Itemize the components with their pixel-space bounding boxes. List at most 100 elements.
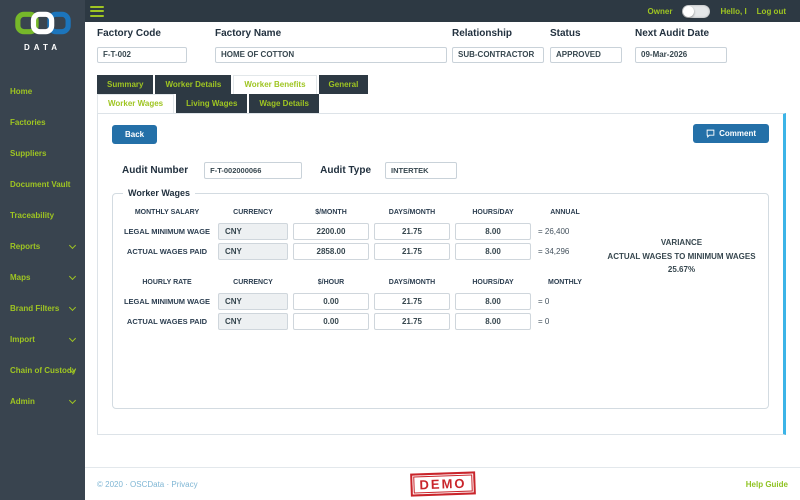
- comment-icon: [706, 129, 715, 138]
- toggle-knob: [683, 6, 694, 17]
- demo-stamp: DEMO: [410, 471, 476, 496]
- currency-cell[interactable]: [218, 293, 288, 310]
- variance-subtitle: ACTUAL WAGES TO MINIMUM WAGES: [603, 250, 760, 264]
- greeting-text: Hello, I: [720, 7, 746, 16]
- sidebar-item-document-vault[interactable]: Document Vault: [0, 169, 85, 200]
- back-button[interactable]: Back: [112, 125, 157, 144]
- relationship-label: Relationship: [452, 28, 544, 39]
- sidebar-item-suppliers[interactable]: Suppliers: [0, 138, 85, 169]
- sidebar-item-home[interactable]: Home: [0, 76, 85, 107]
- row-label: ACTUAL WAGES PAID: [121, 313, 213, 330]
- col-header: HOURLY RATE: [121, 276, 213, 290]
- amount-cell[interactable]: [293, 223, 369, 240]
- currency-cell[interactable]: [218, 243, 288, 260]
- annual-total: = 34,296: [536, 243, 594, 260]
- variance-block: VARIANCE ACTUAL WAGES TO MINIMUM WAGES 2…: [603, 236, 760, 330]
- privacy-link[interactable]: Privacy: [171, 480, 197, 489]
- days-cell[interactable]: [374, 243, 450, 260]
- status-field: Status: [550, 28, 622, 63]
- sidebar-item-factories[interactable]: Factories: [0, 107, 85, 138]
- currency-cell[interactable]: [218, 313, 288, 330]
- audit-number-input[interactable]: [204, 162, 302, 179]
- col-header: ANNUAL: [536, 206, 594, 220]
- days-cell[interactable]: [374, 313, 450, 330]
- sidebar-item-import[interactable]: Import: [0, 324, 85, 355]
- col-header: MONTHLY: [536, 276, 594, 290]
- monthly-salary-table: MONTHLY SALARY CURRENCY $/MONTH DAYS/MON…: [121, 206, 603, 260]
- factory-code-field: Factory Code: [97, 28, 187, 63]
- help-guide-link[interactable]: Help Guide: [746, 480, 788, 489]
- relationship-input[interactable]: [452, 47, 544, 63]
- status-input[interactable]: [550, 47, 622, 63]
- status-label: Status: [550, 28, 622, 39]
- audit-type-label: Audit Type: [320, 165, 371, 176]
- main-content: Factory Code Factory Name Relationship S…: [85, 22, 800, 500]
- factory-name-field: Factory Name: [215, 28, 447, 63]
- next-audit-date-label: Next Audit Date: [635, 28, 727, 39]
- brand-name: DATA: [0, 43, 85, 52]
- factory-name-label: Factory Name: [215, 28, 447, 39]
- amount-cell[interactable]: [293, 243, 369, 260]
- sidebar-item-brand-filters[interactable]: Brand Filters: [0, 293, 85, 324]
- comment-button[interactable]: Comment: [693, 124, 769, 143]
- annual-total: = 26,400: [536, 223, 594, 240]
- currency-cell[interactable]: [218, 223, 288, 240]
- next-audit-date-input[interactable]: [635, 47, 727, 63]
- monthly-total: = 0: [536, 313, 594, 330]
- wage-tables: MONTHLY SALARY CURRENCY $/MONTH DAYS/MON…: [121, 206, 603, 330]
- section-title: Worker Wages: [123, 188, 195, 198]
- hours-cell[interactable]: [455, 293, 531, 310]
- col-header: $/HOUR: [293, 276, 369, 290]
- worker-wages-section: Worker Wages MONTHLY SALARY CURRENCY $/M…: [112, 193, 769, 409]
- row-label: LEGAL MINIMUM WAGE: [121, 223, 213, 240]
- row-label: LEGAL MINIMUM WAGE: [121, 293, 213, 310]
- sidebar-item-admin[interactable]: Admin: [0, 386, 85, 417]
- menu-icon[interactable]: [90, 6, 104, 17]
- factory-code-input[interactable]: [97, 47, 187, 63]
- chain-links-icon: [14, 10, 72, 36]
- days-cell[interactable]: [374, 293, 450, 310]
- factory-header: Factory Code Factory Name Relationship S…: [85, 28, 800, 76]
- col-header: $/MONTH: [293, 206, 369, 220]
- tab-general[interactable]: General: [319, 75, 369, 94]
- col-header: DAYS/MONTH: [374, 206, 450, 220]
- sidebar-item-maps[interactable]: Maps: [0, 262, 85, 293]
- worker-wages-panel: Back Comment Audit Number Audit Type Wor…: [97, 113, 786, 435]
- tab-summary[interactable]: Summary: [97, 75, 153, 94]
- days-cell[interactable]: [374, 223, 450, 240]
- hours-cell[interactable]: [455, 223, 531, 240]
- col-header: HOURS/DAY: [455, 276, 531, 290]
- col-header: MONTHLY SALARY: [121, 206, 213, 220]
- col-header: DAYS/MONTH: [374, 276, 450, 290]
- tab-worker-benefits[interactable]: Worker Benefits: [233, 75, 316, 94]
- subtab-wage-details[interactable]: Wage Details: [249, 94, 319, 113]
- subtab-worker-wages[interactable]: Worker Wages: [97, 94, 174, 113]
- sidebar-item-chain-of-custody[interactable]: Chain of Custody: [0, 355, 85, 386]
- sidebar-item-traceability[interactable]: Traceability: [0, 200, 85, 231]
- amount-cell[interactable]: [293, 293, 369, 310]
- col-header: HOURS/DAY: [455, 206, 531, 220]
- hours-cell[interactable]: [455, 243, 531, 260]
- subtab-living-wages[interactable]: Living Wages: [176, 94, 247, 113]
- hourly-rate-table: HOURLY RATE CURRENCY $/HOUR DAYS/MONTH H…: [121, 276, 603, 330]
- col-header: CURRENCY: [218, 206, 288, 220]
- top-bar: Owner Hello, I Log out: [85, 0, 800, 22]
- owner-toggle[interactable]: [682, 5, 710, 18]
- chevron-down-icon: [69, 335, 76, 342]
- main-tabs: Summary Worker Details Worker Benefits G…: [97, 75, 368, 94]
- relationship-field: Relationship: [452, 28, 544, 63]
- variance-title: VARIANCE: [603, 236, 760, 250]
- logout-link[interactable]: Log out: [757, 7, 786, 16]
- row-label: ACTUAL WAGES PAID: [121, 243, 213, 260]
- amount-cell[interactable]: [293, 313, 369, 330]
- sidebar-item-reports[interactable]: Reports: [0, 231, 85, 262]
- tab-worker-details[interactable]: Worker Details: [155, 75, 231, 94]
- hours-cell[interactable]: [455, 313, 531, 330]
- variance-value: 25.67%: [603, 263, 760, 277]
- col-header: CURRENCY: [218, 276, 288, 290]
- footer: © 2020 · OSCData · Privacy DEMO Help Gui…: [85, 467, 800, 500]
- chevron-down-icon: [69, 397, 76, 404]
- factory-code-label: Factory Code: [97, 28, 187, 39]
- factory-name-input[interactable]: [215, 47, 447, 63]
- audit-type-input[interactable]: [385, 162, 457, 179]
